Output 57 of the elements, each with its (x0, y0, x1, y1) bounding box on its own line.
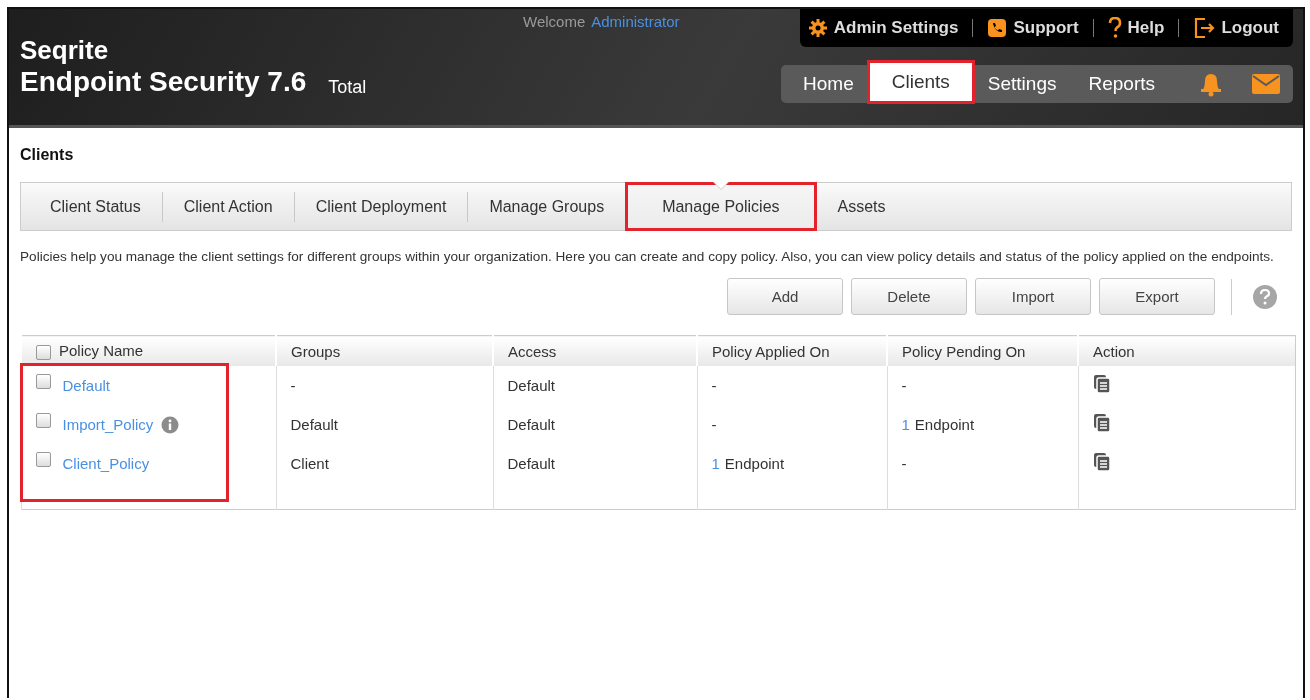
copy-icon[interactable] (1092, 452, 1111, 472)
mail-icon[interactable] (1251, 73, 1281, 95)
tab[interactable]: Assets (816, 183, 907, 230)
table-cell: Default (493, 366, 697, 405)
nav-tab[interactable]: Clients (869, 63, 972, 101)
table-cell: Default (276, 405, 493, 444)
nav-tab[interactable]: Settings (971, 65, 1073, 103)
checkbox[interactable] (36, 344, 51, 360)
table-cell: Client (276, 444, 493, 483)
column-header: Action (1078, 335, 1296, 366)
action-button[interactable]: Import (975, 278, 1091, 315)
table-cell: Default (493, 444, 697, 483)
action-button[interactable]: Add (727, 278, 843, 315)
copy-icon[interactable] (1092, 413, 1111, 433)
checkbox[interactable] (35, 452, 51, 467)
table-cell: Endpoint (724, 455, 785, 472)
copy-icon[interactable] (1092, 374, 1111, 394)
table-cell: Endpoint (914, 416, 975, 433)
column-header: Policy Pending On (887, 335, 1078, 366)
tab[interactable]: Client Action (162, 183, 294, 230)
tab[interactable]: Client Deployment (294, 183, 468, 230)
logout-icon (1193, 17, 1216, 39)
top-link[interactable]: Support (1013, 18, 1079, 38)
table-cell: - (276, 366, 493, 405)
edition-label: Total (328, 77, 367, 98)
tab[interactable]: Manage Groups (468, 183, 626, 230)
action-button[interactable]: Delete (851, 278, 967, 315)
table-cell: - (711, 416, 717, 433)
top-link[interactable]: Logout (1221, 18, 1279, 38)
page-title: Clients (20, 146, 75, 164)
brand-name: Seqrite (20, 35, 110, 66)
column-header: Policy Applied On (697, 335, 887, 366)
checkbox[interactable] (35, 374, 51, 389)
help-icon[interactable] (1252, 283, 1278, 310)
bell-icon[interactable] (1199, 71, 1223, 97)
gear-icon (807, 18, 828, 38)
nav-tab[interactable]: Reports (1072, 65, 1171, 103)
table-cell: - (901, 377, 907, 394)
tab[interactable]: Manage Policies (626, 183, 816, 230)
user-link[interactable]: Administrator (591, 13, 680, 30)
nav-tab[interactable]: Home (787, 65, 870, 103)
column-header: Groups (276, 335, 493, 366)
top-link[interactable]: Help (1127, 18, 1165, 38)
info-icon[interactable] (161, 415, 180, 434)
top-link[interactable]: Admin Settings (833, 18, 959, 38)
column-header: Access (493, 335, 697, 366)
product-name: Endpoint Security 7.6 (20, 66, 307, 98)
tab[interactable]: Client Status (29, 183, 162, 230)
table-cell: Default (493, 405, 697, 444)
table-cell: - (901, 455, 907, 472)
description-text: Policies help you manage the client settings for different groups within your organization. Here you can create and copy policy. Also, you can view policy details and status of the policy applied on the endpoints. (20, 248, 1275, 266)
help-icon (1107, 17, 1122, 39)
checkbox[interactable] (35, 413, 51, 428)
table-cell: - (711, 377, 717, 394)
phone-icon (987, 18, 1008, 38)
action-button[interactable]: Export (1099, 278, 1215, 315)
welcome-text: Welcome (523, 13, 586, 30)
